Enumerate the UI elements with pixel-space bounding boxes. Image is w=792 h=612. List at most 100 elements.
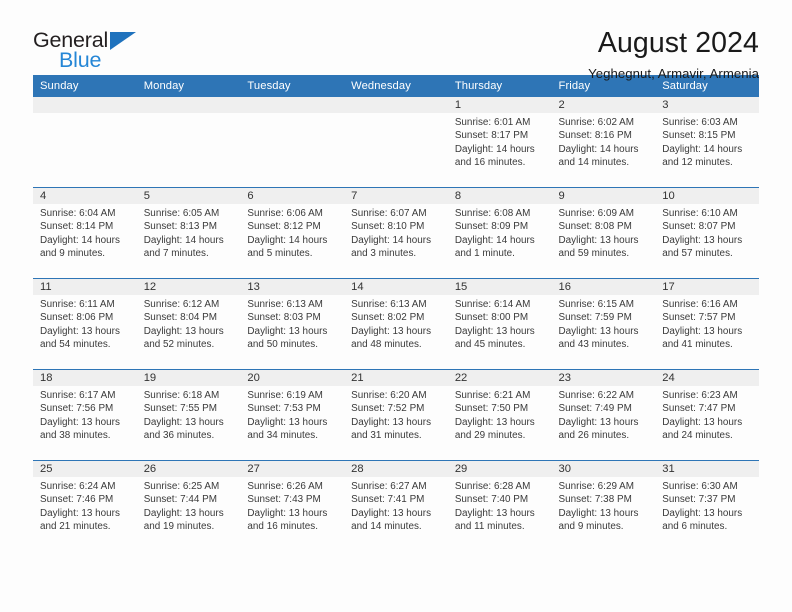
calendar-day-cell[interactable]: 25 Sunrise: 6:24 AM Sunset: 7:46 PM Dayligh… bbox=[33, 460, 137, 551]
calendar-day-cell[interactable]: 6 Sunrise: 6:06 AM Sunset: 8:12 PM Daylight… bbox=[240, 187, 345, 279]
calendar-day-cell[interactable]: 5 Sunrise: 6:05 AM Sunset: 8:13 PM Daylight… bbox=[136, 187, 241, 279]
sunrise-text: Sunrise: 6:13 AM bbox=[247, 299, 323, 310]
sunrise-text: Sunrise: 6:30 AM bbox=[662, 481, 738, 492]
day-number: 20 bbox=[240, 370, 345, 386]
daylight-text: Daylight: 13 hours and 48 minutes. bbox=[351, 325, 432, 351]
calendar-day-cell[interactable]: 27 Sunrise: 6:26 AM Sunset: 7:43 PM Dayligh… bbox=[240, 460, 345, 551]
day-cell-inner: 16 Sunrise: 6:15 AM Sunset: 7:59 PM Dayligh… bbox=[551, 279, 656, 369]
logo-text-blue: Blue bbox=[59, 48, 102, 72]
day-details: Sunrise: 6:23 AM Sunset: 7:47 PM Daylight:… bbox=[655, 386, 759, 443]
day-details: Sunrise: 6:07 AM Sunset: 8:10 PM Daylight:… bbox=[344, 204, 448, 261]
sunrise-text: Sunrise: 6:18 AM bbox=[143, 390, 220, 401]
day-details: Sunrise: 6:11 AM Sunset: 8:06 PM Daylight:… bbox=[33, 295, 137, 352]
sunrise-text: Sunrise: 6:04 AM bbox=[40, 208, 116, 219]
daylight-text: Daylight: 13 hours and 14 minutes. bbox=[351, 507, 432, 533]
day-cell-inner: 6 Sunrise: 6:06 AM Sunset: 8:12 PM Daylight… bbox=[240, 188, 345, 278]
calendar-day-cell[interactable]: 11 Sunrise: 6:11 AM Sunset: 8:06 PM Dayligh… bbox=[33, 278, 137, 370]
day-number: 28 bbox=[344, 461, 448, 477]
calendar-day-cell[interactable]: 18 Sunrise: 6:17 AM Sunset: 7:56 PM Dayligh… bbox=[33, 369, 137, 461]
day-cell-inner: 27 Sunrise: 6:26 AM Sunset: 7:43 PM Dayligh… bbox=[240, 461, 345, 551]
calendar-day-cell[interactable]: 19 Sunrise: 6:18 AM Sunset: 7:55 PM Dayligh… bbox=[136, 369, 241, 461]
sunrise-text: Sunrise: 6:05 AM bbox=[143, 208, 220, 219]
sunset-text: Sunset: 7:44 PM bbox=[143, 494, 218, 506]
calendar-day-cell[interactable]: 4 Sunrise: 6:04 AM Sunset: 8:14 PM Daylight… bbox=[33, 187, 137, 279]
daylight-text: Daylight: 13 hours and 31 minutes. bbox=[351, 416, 432, 442]
calendar-day-cell[interactable]: 15 Sunrise: 6:14 AM Sunset: 8:00 PM Dayligh… bbox=[447, 278, 552, 370]
day-cell-inner: 19 Sunrise: 6:18 AM Sunset: 7:55 PM Dayligh… bbox=[136, 370, 241, 460]
general-blue-logo[interactable]: General Blue bbox=[33, 29, 153, 75]
calendar-week-row: 4 Sunrise: 6:04 AM Sunset: 8:14 PM Daylight… bbox=[33, 187, 759, 279]
sunset-text: Sunset: 8:09 PM bbox=[454, 221, 529, 233]
calendar-day-cell[interactable]: 24 Sunrise: 6:23 AM Sunset: 7:47 PM Dayligh… bbox=[655, 369, 759, 461]
day-cell-inner: 3 Sunrise: 6:03 AM Sunset: 8:15 PM Daylight… bbox=[655, 97, 759, 187]
daylight-text: Daylight: 13 hours and 59 minutes. bbox=[558, 234, 639, 260]
sunset-text: Sunset: 7:52 PM bbox=[351, 403, 425, 415]
sunrise-text: Sunrise: 6:27 AM bbox=[351, 481, 427, 492]
calendar-day-cell[interactable]: 16 Sunrise: 6:15 AM Sunset: 7:59 PM Dayligh… bbox=[551, 278, 656, 370]
day-cell-inner: 30 Sunrise: 6:29 AM Sunset: 7:38 PM Dayligh… bbox=[551, 461, 656, 551]
page-header: General Blue August 2024 Yeghegnut, Arma… bbox=[33, 0, 759, 81]
day-number bbox=[344, 97, 448, 113]
day-details: Sunrise: 6:10 AM Sunset: 8:07 PM Daylight:… bbox=[655, 204, 759, 261]
sunrise-text: Sunrise: 6:19 AM bbox=[247, 390, 323, 401]
calendar-day-cell[interactable]: 7 Sunrise: 6:07 AM Sunset: 8:10 PM Daylight… bbox=[344, 187, 448, 279]
day-details: Sunrise: 6:28 AM Sunset: 7:40 PM Daylight:… bbox=[448, 477, 552, 534]
sunset-text: Sunset: 8:02 PM bbox=[351, 312, 425, 324]
calendar-day-cell[interactable]: 17 Sunrise: 6:16 AM Sunset: 7:57 PM Dayligh… bbox=[655, 278, 759, 370]
calendar-day-cell[interactable]: 26 Sunrise: 6:25 AM Sunset: 7:44 PM Dayligh… bbox=[136, 460, 241, 551]
daylight-text: Daylight: 14 hours and 12 minutes. bbox=[662, 143, 743, 169]
day-cell-inner: 18 Sunrise: 6:17 AM Sunset: 7:56 PM Dayligh… bbox=[33, 370, 137, 460]
day-number: 11 bbox=[33, 279, 137, 295]
sunrise-text: Sunrise: 6:09 AM bbox=[558, 208, 635, 219]
sunset-text: Sunset: 8:06 PM bbox=[40, 312, 114, 324]
day-cell-inner bbox=[33, 97, 137, 187]
daylight-text: Daylight: 13 hours and 11 minutes. bbox=[454, 507, 535, 533]
day-number: 21 bbox=[344, 370, 448, 386]
sunset-text: Sunset: 7:47 PM bbox=[662, 403, 736, 415]
day-number: 2 bbox=[551, 97, 656, 113]
calendar-day-cell[interactable]: 12 Sunrise: 6:12 AM Sunset: 8:04 PM Dayligh… bbox=[136, 278, 241, 370]
sunset-text: Sunset: 8:15 PM bbox=[662, 130, 736, 142]
calendar-day-cell[interactable]: 22 Sunrise: 6:21 AM Sunset: 7:50 PM Dayligh… bbox=[447, 369, 552, 461]
calendar-day-cell[interactable]: 10 Sunrise: 6:10 AM Sunset: 8:07 PM Dayligh… bbox=[655, 187, 759, 279]
calendar-day-cell[interactable]: 20 Sunrise: 6:19 AM Sunset: 7:53 PM Dayligh… bbox=[240, 369, 345, 461]
calendar-day-cell[interactable]: 8 Sunrise: 6:08 AM Sunset: 8:09 PM Daylight… bbox=[447, 187, 552, 279]
calendar-day-cell[interactable]: 28 Sunrise: 6:27 AM Sunset: 7:41 PM Dayligh… bbox=[344, 460, 448, 551]
calendar-day-cell[interactable]: 14 Sunrise: 6:13 AM Sunset: 8:02 PM Dayligh… bbox=[344, 278, 448, 370]
day-number: 19 bbox=[136, 370, 241, 386]
day-details: Sunrise: 6:19 AM Sunset: 7:53 PM Daylight:… bbox=[240, 386, 344, 443]
sunrise-text: Sunrise: 6:02 AM bbox=[558, 117, 635, 128]
calendar-day-cell[interactable]: 29 Sunrise: 6:28 AM Sunset: 7:40 PM Dayligh… bbox=[447, 460, 552, 551]
calendar-day-cell[interactable]: 31 Sunrise: 6:30 AM Sunset: 7:37 PM Dayligh… bbox=[655, 460, 759, 551]
day-number: 10 bbox=[655, 188, 759, 204]
calendar-day-cell[interactable]: 9 Sunrise: 6:09 AM Sunset: 8:08 PM Daylight… bbox=[551, 187, 656, 279]
calendar-week-row: 18 Sunrise: 6:17 AM Sunset: 7:56 PM Dayligh… bbox=[33, 369, 759, 461]
day-cell-inner: 11 Sunrise: 6:11 AM Sunset: 8:06 PM Dayligh… bbox=[33, 279, 137, 369]
calendar-day-cell[interactable]: 3 Sunrise: 6:03 AM Sunset: 8:15 PM Daylight… bbox=[655, 97, 759, 188]
calendar-day-cell[interactable]: 23 Sunrise: 6:22 AM Sunset: 7:49 PM Dayligh… bbox=[551, 369, 656, 461]
calendar-day-cell[interactable]: 13 Sunrise: 6:13 AM Sunset: 8:03 PM Dayligh… bbox=[240, 278, 345, 370]
day-details: Sunrise: 6:13 AM Sunset: 8:03 PM Daylight:… bbox=[240, 295, 344, 352]
day-details: Sunrise: 6:21 AM Sunset: 7:50 PM Daylight:… bbox=[448, 386, 552, 443]
day-details: Sunrise: 6:02 AM Sunset: 8:16 PM Daylight:… bbox=[552, 113, 656, 170]
sunset-text: Sunset: 8:03 PM bbox=[247, 312, 321, 324]
sunrise-text: Sunrise: 6:22 AM bbox=[558, 390, 635, 401]
sunset-text: Sunset: 7:56 PM bbox=[40, 403, 114, 415]
sunset-text: Sunset: 8:08 PM bbox=[558, 221, 632, 233]
day-number: 12 bbox=[136, 279, 241, 295]
calendar-day-cell[interactable]: 2 Sunrise: 6:02 AM Sunset: 8:16 PM Daylight… bbox=[551, 97, 656, 188]
day-cell-inner: 25 Sunrise: 6:24 AM Sunset: 7:46 PM Dayligh… bbox=[33, 461, 137, 551]
day-number: 23 bbox=[551, 370, 656, 386]
daylight-text: Daylight: 13 hours and 21 minutes. bbox=[40, 507, 120, 533]
calendar-day-cell[interactable]: 21 Sunrise: 6:20 AM Sunset: 7:52 PM Dayligh… bbox=[344, 369, 448, 461]
sunset-text: Sunset: 7:59 PM bbox=[558, 312, 632, 324]
daylight-text: Daylight: 13 hours and 52 minutes. bbox=[143, 325, 224, 351]
day-details: Sunrise: 6:20 AM Sunset: 7:52 PM Daylight:… bbox=[344, 386, 448, 443]
weekday-header-wednesday: Wednesday bbox=[344, 75, 448, 97]
calendar-day-cell[interactable]: 1 Sunrise: 6:01 AM Sunset: 8:17 PM Daylight… bbox=[447, 97, 552, 188]
day-number: 14 bbox=[344, 279, 448, 295]
day-details: Sunrise: 6:06 AM Sunset: 8:12 PM Daylight:… bbox=[240, 204, 344, 261]
sunset-text: Sunset: 8:12 PM bbox=[247, 221, 321, 233]
calendar-day-cell-empty bbox=[344, 97, 448, 188]
calendar-day-cell[interactable]: 30 Sunrise: 6:29 AM Sunset: 7:38 PM Dayligh… bbox=[551, 460, 656, 551]
